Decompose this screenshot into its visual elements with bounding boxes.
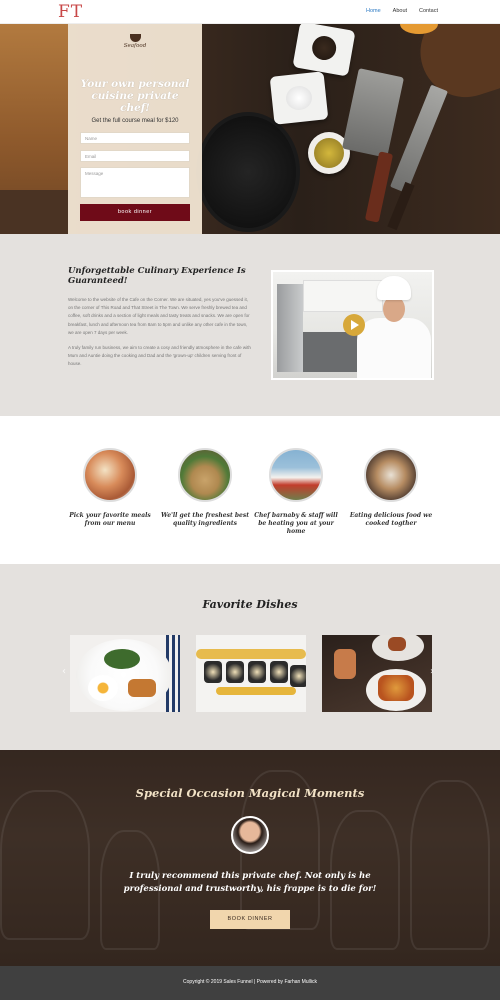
hero-section: Seafood Your own personal cuisine privat… bbox=[0, 24, 500, 234]
chevron-right-icon[interactable]: › bbox=[430, 666, 434, 677]
sushi-roll-image bbox=[204, 661, 222, 683]
main-nav: Home About Contact bbox=[366, 8, 438, 14]
wood-board-image bbox=[408, 24, 500, 109]
sushi-roll-image bbox=[226, 661, 244, 683]
dish-card-sushi[interactable] bbox=[196, 635, 306, 712]
chef-image bbox=[357, 318, 431, 378]
meal-image bbox=[83, 448, 137, 502]
intro-paragraph-2: A truly family run business, we aim to c… bbox=[68, 345, 251, 367]
intro-section: Unforgettable Culinary Experience Is Gua… bbox=[0, 234, 500, 416]
book-dinner-cta-button[interactable]: BOOK DINNER bbox=[210, 910, 290, 929]
hero-subtitle: Get the full course meal for $120 bbox=[91, 118, 179, 124]
counter-image bbox=[303, 332, 363, 372]
dishes-title: Favorite Dishes bbox=[202, 598, 298, 611]
booking-card: Seafood Your own personal cuisine privat… bbox=[68, 24, 202, 234]
dining-image bbox=[364, 448, 418, 502]
chef-video[interactable] bbox=[271, 270, 434, 380]
feature-item: Eating delicious food we cooked togther bbox=[346, 448, 436, 528]
feature-label: Chef barnaby & staff will be heating you… bbox=[254, 512, 338, 535]
cutting-board-image bbox=[0, 24, 68, 234]
testimonial-section: Special Occasion Magical Moments I truly… bbox=[0, 750, 500, 966]
book-dinner-button[interactable]: book dinner bbox=[80, 204, 190, 221]
intro-paragraph-1: Welcome to the website of the Cafe on th… bbox=[68, 297, 250, 335]
testimonial-title: Special Occasion Magical Moments bbox=[135, 786, 365, 800]
features-section: Pick your favorite meals from our menu W… bbox=[0, 416, 500, 564]
card-logo: Seafood bbox=[120, 34, 150, 56]
background-overlay bbox=[0, 750, 500, 966]
site-logo[interactable]: FT bbox=[58, 2, 83, 22]
nav-home-link[interactable]: Home bbox=[366, 8, 381, 14]
salt-bowl-image bbox=[269, 71, 329, 125]
feature-label: Eating delicious food we cooked togther bbox=[349, 512, 433, 527]
burger-image bbox=[388, 637, 406, 651]
intro-title: Unforgettable Culinary Experience Is Gua… bbox=[68, 266, 246, 286]
greens-image bbox=[104, 649, 140, 669]
ingredients-image bbox=[178, 448, 232, 502]
feature-item: We'll get the freshest best quality ingr… bbox=[160, 448, 250, 528]
bowl-icon bbox=[130, 34, 141, 42]
customer-avatar bbox=[231, 816, 269, 854]
dish-card-breakfast[interactable] bbox=[70, 635, 180, 712]
dish-card-dinner[interactable] bbox=[322, 635, 432, 712]
play-icon[interactable] bbox=[343, 314, 365, 336]
skillet-image bbox=[196, 112, 300, 232]
chef-hat-image bbox=[377, 276, 411, 300]
fridge-image bbox=[277, 284, 303, 372]
hero-title: Your own personal cuisine private chef! bbox=[80, 78, 190, 114]
drink-image bbox=[334, 649, 356, 679]
feature-item: Chef barnaby & staff will be heating you… bbox=[251, 448, 341, 536]
intro-text: Welcome to the website of the Cafe on th… bbox=[68, 296, 252, 369]
cleaver-image bbox=[341, 68, 405, 158]
testimonial-quote: I truly recommend this private chef. Not… bbox=[123, 871, 377, 894]
site-footer: Copyright © 2019 Sales Funnel | Powered … bbox=[0, 966, 500, 1000]
toast-image bbox=[128, 679, 156, 697]
site-header: FT Home About Contact bbox=[0, 0, 500, 24]
sushi-roll-image bbox=[248, 661, 266, 683]
message-field[interactable]: Message bbox=[80, 167, 190, 198]
feature-label: We'll get the freshest best quality ingr… bbox=[161, 512, 249, 527]
favorite-dishes-section: Favorite Dishes ‹ › bbox=[0, 564, 500, 750]
feature-label: Pick your favorite meals from our menu bbox=[69, 512, 151, 527]
pepper-bowl-image bbox=[292, 24, 356, 77]
casserole-image bbox=[378, 675, 414, 701]
chevron-left-icon[interactable]: ‹ bbox=[62, 666, 66, 677]
feature-item: Pick your favorite meals from our menu bbox=[65, 448, 155, 528]
sushi-roll-image bbox=[270, 661, 288, 683]
name-field[interactable]: Name bbox=[80, 132, 190, 144]
sushi-roll-image bbox=[290, 665, 306, 687]
email-field[interactable]: Email bbox=[80, 150, 190, 162]
egg-image bbox=[88, 675, 118, 701]
sauce-image bbox=[196, 649, 306, 659]
home-image bbox=[269, 448, 323, 502]
card-brand: Seafood bbox=[123, 43, 147, 49]
cleaver-handle-image bbox=[364, 151, 394, 223]
cabinet-image bbox=[303, 280, 383, 312]
nav-about-link[interactable]: About bbox=[393, 8, 407, 14]
footer-copyright: Copyright © 2019 Sales Funnel | Powered … bbox=[183, 979, 317, 985]
sauce-image bbox=[216, 687, 296, 695]
nav-contact-link[interactable]: Contact bbox=[419, 8, 438, 14]
